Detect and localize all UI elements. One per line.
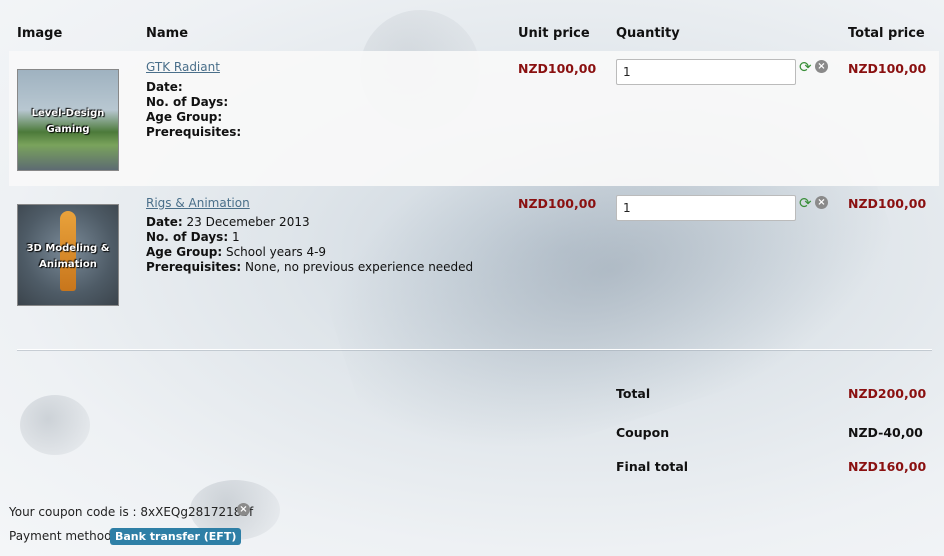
product-name-link[interactable]: GTK Radiant (146, 60, 220, 74)
age-group-value: School years 4-9 (222, 245, 327, 259)
prerequisites-field: Prerequisites: (146, 125, 241, 139)
thumbnail-caption: Animation (39, 259, 97, 270)
prerequisites-label: Prerequisites: (146, 125, 242, 139)
cart-row: 3D Modeling & Animation Rigs & Animation… (9, 188, 939, 313)
total-label: Total (616, 386, 651, 401)
header-quantity: Quantity (616, 26, 680, 41)
age-group-field: Age Group: School years 4-9 (146, 245, 326, 259)
remove-icon[interactable]: × (815, 196, 828, 209)
coupon-label: Coupon (616, 425, 670, 440)
date-value: 23 Decemeber 2013 (182, 215, 310, 229)
prerequisites-field: Prerequisites: None, no previous experie… (146, 260, 473, 274)
days-value: 1 (228, 230, 240, 244)
header-unit-price: Unit price (518, 26, 590, 41)
payment-method-label: Payment method: (9, 529, 116, 543)
age-group-label: Age Group: (146, 245, 223, 259)
date-field: Date: 23 Decemeber 2013 (146, 215, 310, 229)
prerequisites-label: Prerequisites: (146, 260, 242, 274)
days-label: No. of Days: (146, 230, 229, 244)
prerequisites-value: None, no previous experience needed (241, 260, 474, 274)
final-total-label: Final total (616, 459, 689, 474)
payment-method-badge: Bank transfer (EFT) (110, 528, 242, 545)
product-thumbnail[interactable]: 3D Modeling & Animation (17, 204, 119, 306)
coupon-value: NZD-40,00 (848, 425, 923, 440)
remove-icon[interactable]: × (815, 60, 828, 73)
background-asteroid (20, 395, 90, 455)
date-label: Date: (146, 80, 183, 94)
thumbnail-caption: Gaming (46, 124, 90, 135)
date-field: Date: (146, 80, 183, 94)
line-total-price: NZD100,00 (848, 61, 927, 76)
thumbnail-caption: Level-Design (31, 108, 105, 119)
coupon-code-text: Your coupon code is : 8xXEQg28172185f (9, 505, 254, 519)
age-group-field: Age Group: (146, 110, 222, 124)
age-group-label: Age Group: (146, 110, 223, 124)
header-name: Name (146, 26, 189, 41)
final-total-value: NZD160,00 (848, 459, 927, 474)
product-thumbnail[interactable]: Level-Design Gaming (17, 69, 119, 171)
days-label: No. of Days: (146, 95, 229, 109)
unit-price: NZD100,00 (518, 196, 597, 211)
header-total-price: Total price (848, 26, 925, 41)
refresh-icon[interactable]: ⟳ (799, 195, 812, 211)
total-value: NZD200,00 (848, 386, 927, 401)
cart-row: Level-Design Gaming GTK Radiant Date: No… (9, 51, 939, 186)
quantity-input[interactable] (616, 195, 796, 221)
remove-coupon-icon[interactable]: × (237, 503, 250, 516)
divider (17, 349, 932, 350)
thumbnail-caption: 3D Modeling & (26, 243, 110, 254)
product-name-link[interactable]: Rigs & Animation (146, 196, 250, 210)
header-image: Image (17, 26, 63, 41)
days-field: No. of Days: 1 (146, 230, 240, 244)
refresh-icon[interactable]: ⟳ (799, 59, 812, 75)
days-field: No. of Days: (146, 95, 228, 109)
quantity-input[interactable] (616, 59, 796, 85)
date-label: Date: (146, 215, 183, 229)
line-total-price: NZD100,00 (848, 196, 927, 211)
unit-price: NZD100,00 (518, 61, 597, 76)
